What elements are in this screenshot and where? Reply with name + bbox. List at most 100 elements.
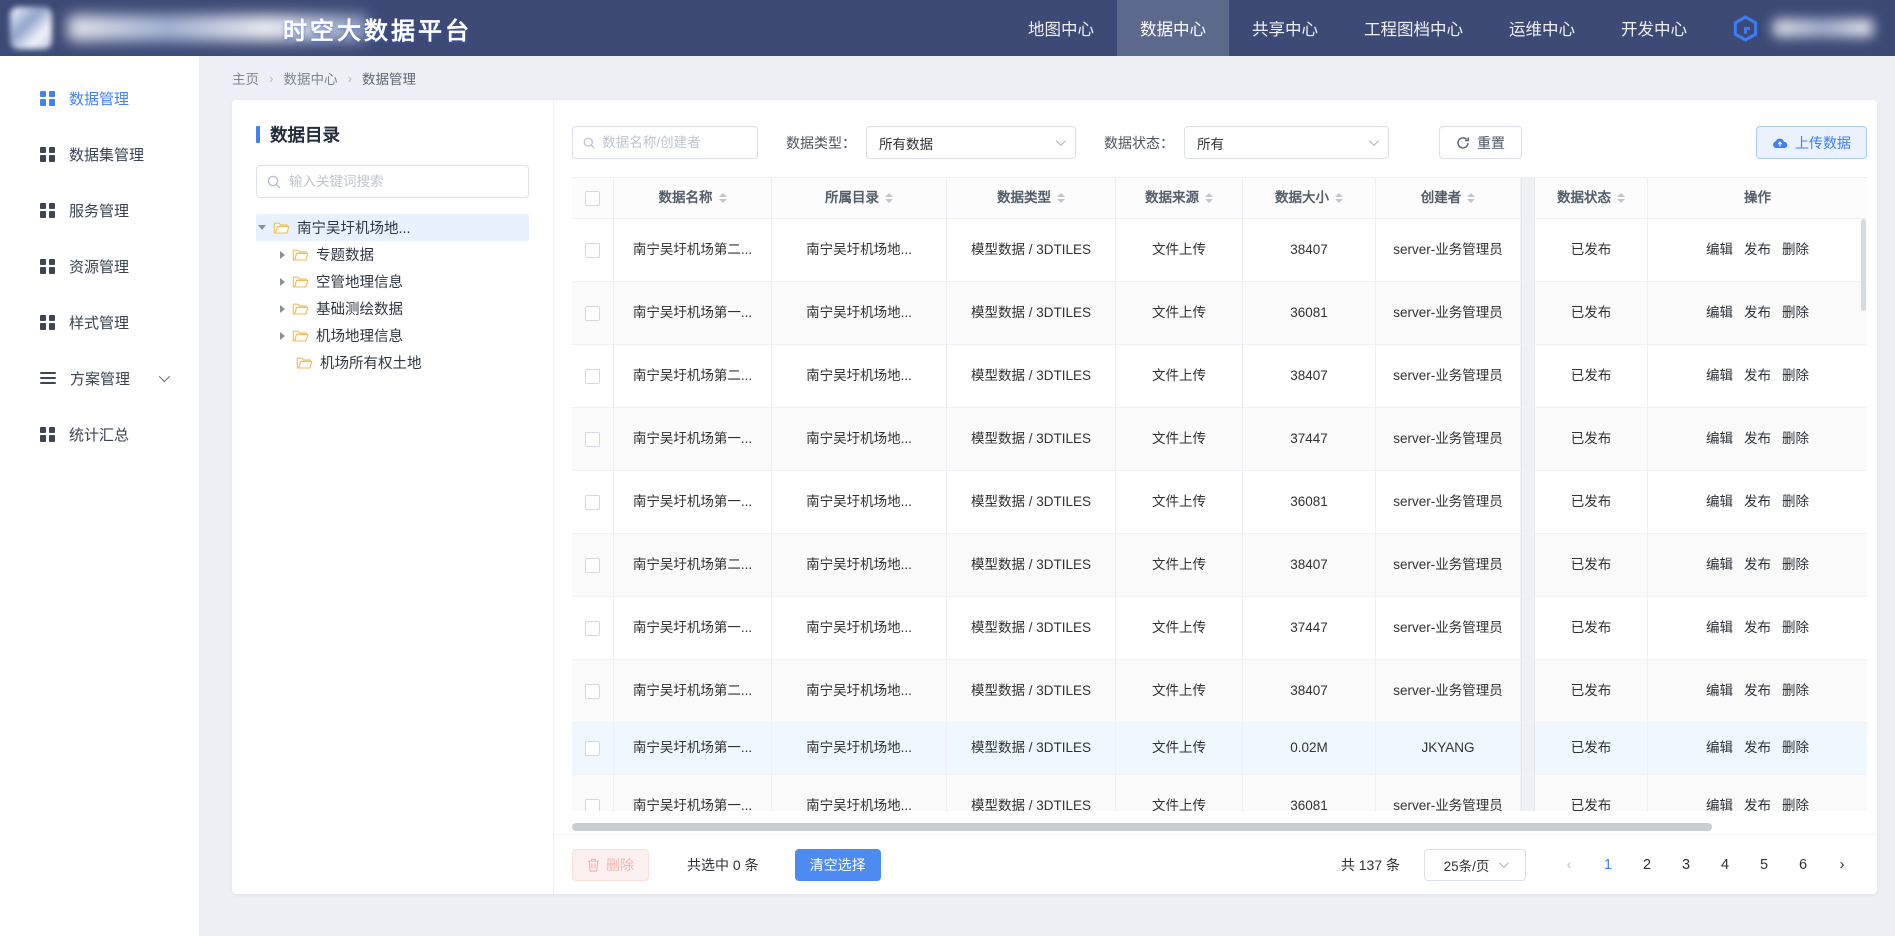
nav-item-2[interactable]: 数据中心 [1117,0,1229,56]
caret-right-icon[interactable] [280,251,285,259]
vertical-scrollbar[interactable] [1861,219,1866,311]
sort-icon[interactable] [1335,193,1343,203]
sort-icon[interactable] [719,193,727,203]
caret-right-icon[interactable] [280,305,285,313]
action-delete-link[interactable]: 删除 [1782,367,1809,386]
tree-node-4[interactable]: 基础测绘数据 [278,295,529,322]
column-header-2[interactable]: 所属目录 [772,178,947,218]
tree-node-3[interactable]: 空管地理信息 [278,268,529,295]
pager-page-3[interactable]: 3 [1673,857,1699,873]
caret-down-icon[interactable] [258,225,266,230]
breadcrumb-item-1[interactable]: 主页 [232,68,259,88]
horizontal-scrollbar[interactable] [572,823,1712,831]
tree-node-5[interactable]: 机场地理信息 [278,322,529,349]
select-all-checkbox[interactable] [585,191,600,206]
row-checkbox[interactable] [585,799,600,812]
action-publish-link[interactable]: 发布 [1744,241,1771,260]
tree-node-6[interactable]: 机场所有权土地 [278,349,529,376]
action-delete-link[interactable]: 删除 [1782,241,1809,260]
platform-logo-icon[interactable] [1732,15,1759,42]
action-delete-link[interactable]: 删除 [1782,430,1809,449]
sort-icon[interactable] [1057,193,1065,203]
row-checkbox[interactable] [585,684,600,699]
pager-page-2[interactable]: 2 [1634,857,1660,873]
action-edit-link[interactable]: 编辑 [1706,619,1733,638]
action-publish-link[interactable]: 发布 [1744,304,1771,323]
action-publish-link[interactable]: 发布 [1744,797,1771,811]
nav-item-6[interactable]: 开发中心 [1598,0,1710,56]
nav-item-1[interactable]: 地图中心 [1005,0,1117,56]
action-delete-link[interactable]: 删除 [1782,493,1809,512]
action-edit-link[interactable]: 编辑 [1706,430,1733,449]
sort-icon[interactable] [1617,193,1625,203]
action-publish-link[interactable]: 发布 [1744,619,1771,638]
pager-page-5[interactable]: 5 [1751,857,1777,873]
column-header-5[interactable]: 数据大小 [1243,178,1376,218]
pager-page-6[interactable]: 6 [1790,857,1816,873]
column-header-4[interactable]: 数据来源 [1116,178,1243,218]
action-edit-link[interactable]: 编辑 [1706,367,1733,386]
column-header-1[interactable]: 数据名称 [614,178,772,218]
caret-right-icon[interactable] [280,332,285,340]
action-publish-link[interactable]: 发布 [1744,556,1771,575]
row-checkbox[interactable] [585,243,600,258]
sort-icon[interactable] [1205,193,1213,203]
tree-search-input[interactable] [289,174,518,189]
clear-selection-button[interactable]: 清空选择 [795,849,881,881]
data-status-select[interactable]: 所有 [1184,126,1389,159]
action-delete-link[interactable]: 删除 [1782,304,1809,323]
action-delete-link[interactable]: 删除 [1782,739,1809,758]
sidebar-item-1[interactable]: 数据管理 [0,70,199,126]
table-search-input[interactable] [602,135,747,150]
nav-item-3[interactable]: 共享中心 [1229,0,1341,56]
pager-next-button[interactable]: › [1829,857,1855,873]
action-publish-link[interactable]: 发布 [1744,430,1771,449]
row-checkbox[interactable] [585,621,600,636]
sort-icon[interactable] [885,193,893,203]
row-checkbox[interactable] [585,558,600,573]
upload-data-button[interactable]: 上传数据 [1756,126,1867,159]
column-header-7[interactable]: 数据状态 [1535,178,1648,218]
sort-icon[interactable] [1467,193,1475,203]
nav-item-5[interactable]: 运维中心 [1486,0,1598,56]
delete-selected-button[interactable]: 删除 [572,849,649,881]
column-header-3[interactable]: 数据类型 [947,178,1116,218]
row-checkbox[interactable] [585,495,600,510]
action-delete-link[interactable]: 删除 [1782,619,1809,638]
row-checkbox[interactable] [585,369,600,384]
page-size-select[interactable]: 25条/页 [1424,849,1526,881]
action-delete-link[interactable]: 删除 [1782,556,1809,575]
pager-page-4[interactable]: 4 [1712,857,1738,873]
action-edit-link[interactable]: 编辑 [1706,241,1733,260]
sidebar-item-6[interactable]: 方案管理 [0,350,199,406]
action-edit-link[interactable]: 编辑 [1706,682,1733,701]
sidebar-item-2[interactable]: 数据集管理 [0,126,199,182]
action-edit-link[interactable]: 编辑 [1706,739,1733,758]
pager-prev-button[interactable]: ‹ [1556,857,1582,873]
action-delete-link[interactable]: 删除 [1782,682,1809,701]
action-publish-link[interactable]: 发布 [1744,493,1771,512]
action-edit-link[interactable]: 编辑 [1706,556,1733,575]
tree-node-1[interactable]: 南宁吴圩机场地... [256,214,529,241]
row-checkbox[interactable] [585,432,600,447]
reset-button[interactable]: 重置 [1439,126,1522,159]
column-header-6[interactable]: 创建者 [1376,178,1521,218]
data-type-select[interactable]: 所有数据 [866,126,1076,159]
action-publish-link[interactable]: 发布 [1744,682,1771,701]
column-header-8[interactable]: 操作 [1648,178,1867,218]
sidebar-item-4[interactable]: 资源管理 [0,238,199,294]
action-delete-link[interactable]: 删除 [1782,797,1809,811]
action-edit-link[interactable]: 编辑 [1706,304,1733,323]
row-checkbox[interactable] [585,741,600,756]
pager-page-1[interactable]: 1 [1595,857,1621,873]
sidebar-item-5[interactable]: 样式管理 [0,294,199,350]
breadcrumb-item-2[interactable]: 数据中心 [284,68,338,88]
nav-item-4[interactable]: 工程图档中心 [1341,0,1486,56]
action-edit-link[interactable]: 编辑 [1706,493,1733,512]
action-edit-link[interactable]: 编辑 [1706,797,1733,811]
row-checkbox[interactable] [585,306,600,321]
sidebar-item-3[interactable]: 服务管理 [0,182,199,238]
action-publish-link[interactable]: 发布 [1744,739,1771,758]
breadcrumb-item-3[interactable]: 数据管理 [362,68,416,88]
sidebar-item-7[interactable]: 统计汇总 [0,406,199,462]
